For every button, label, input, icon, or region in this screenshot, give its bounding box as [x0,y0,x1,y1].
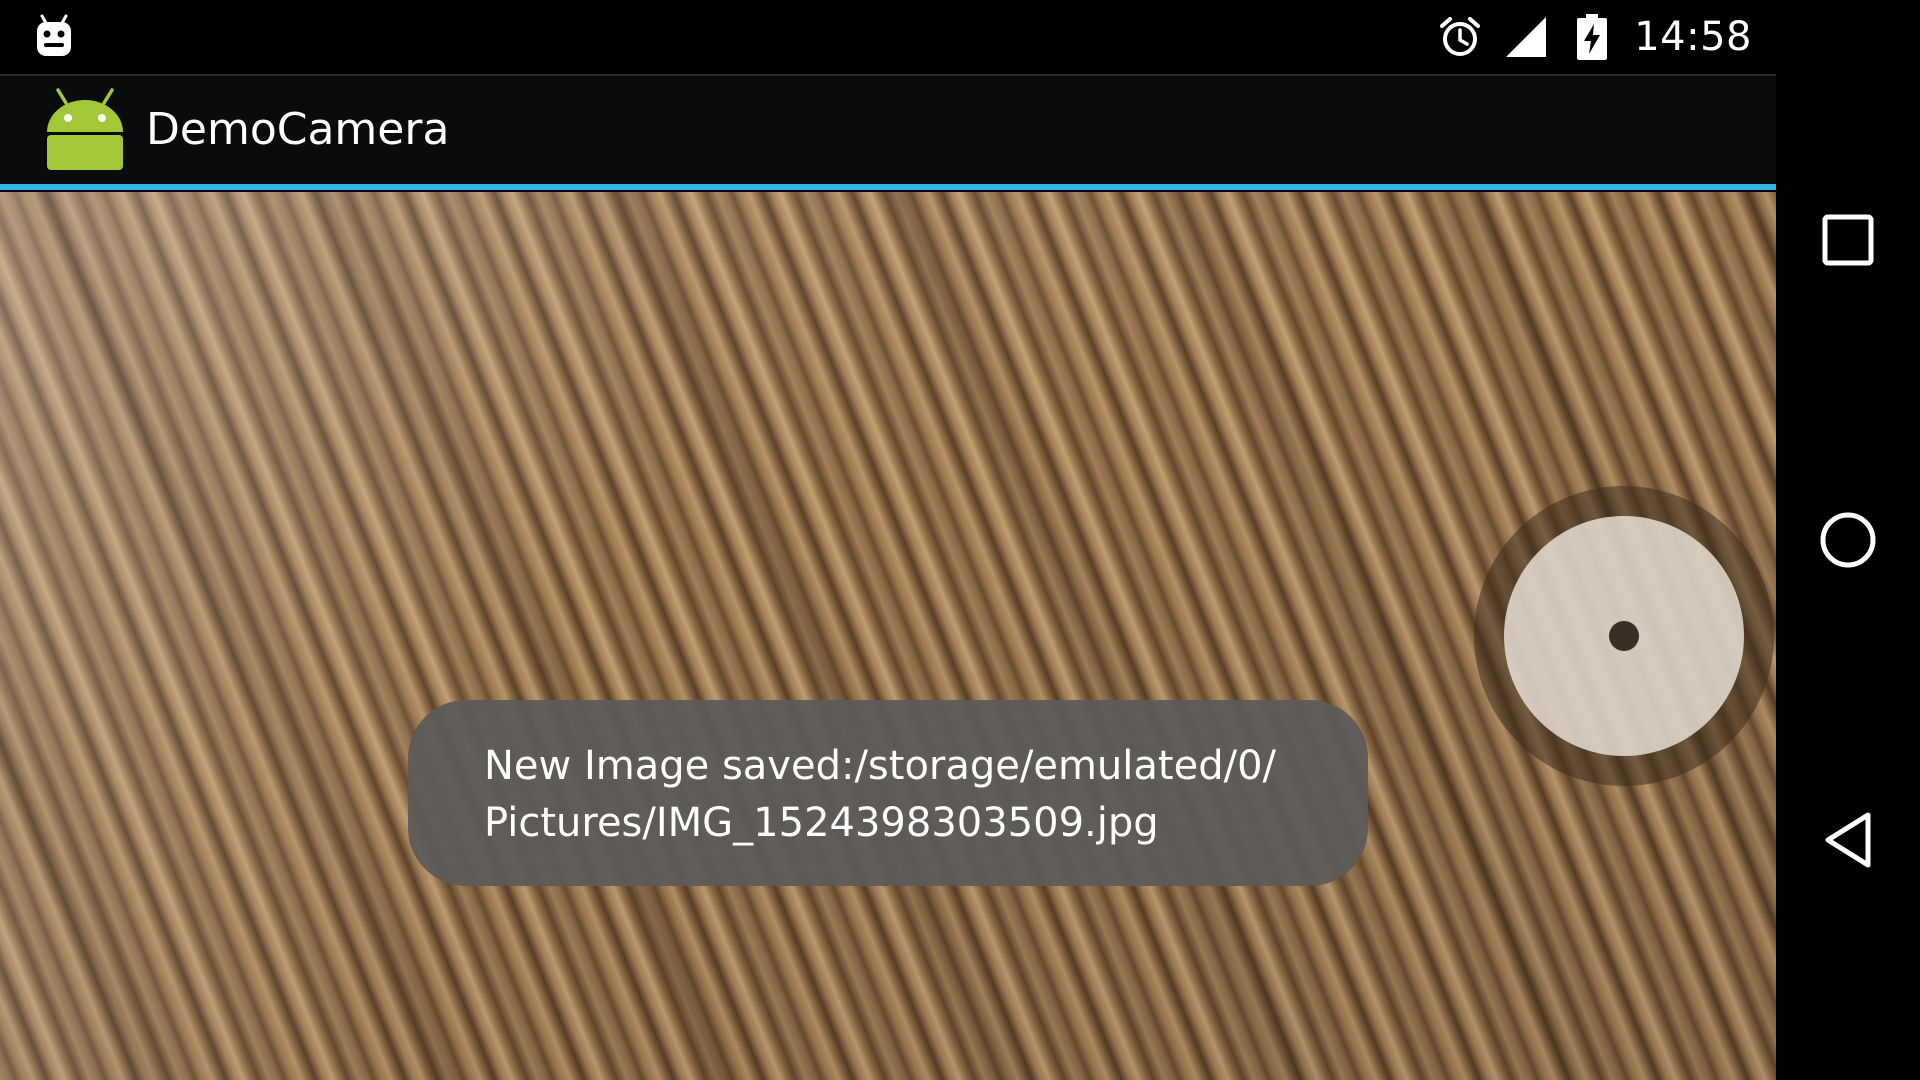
shutter-inner-ring [1504,516,1744,756]
shutter-dot-icon [1609,621,1639,651]
navigation-bar [1776,0,1920,1080]
toast-line-1: New Image saved:/storage/emulated/0/ [484,743,1276,789]
android-debug-icon [34,14,74,58]
action-bar: DemoCamera [0,74,1776,190]
toast-line-2: Pictures/IMG_1524398303509.jpg [484,800,1159,846]
app-title: DemoCamera [146,104,450,155]
status-icons: 14:58 [1418,0,1752,74]
toast-message: New Image saved:/storage/emulated/0/ Pic… [408,700,1368,886]
shutter-button[interactable] [1474,486,1774,786]
battery-charging-icon [1568,13,1616,61]
signal-icon [1502,13,1550,61]
home-icon[interactable] [1812,504,1884,576]
status-bar: 14:58 [0,0,1776,74]
android-robot-icon[interactable] [44,88,126,170]
alarm-icon [1436,13,1484,61]
back-icon[interactable] [1812,804,1884,876]
clock: 14:58 [1634,14,1752,60]
device-screen: 14:58 DemoCamera New Image saved:/storag… [0,0,1920,1080]
recent-apps-icon[interactable] [1812,204,1884,276]
action-bar-accent-line [0,184,1776,190]
